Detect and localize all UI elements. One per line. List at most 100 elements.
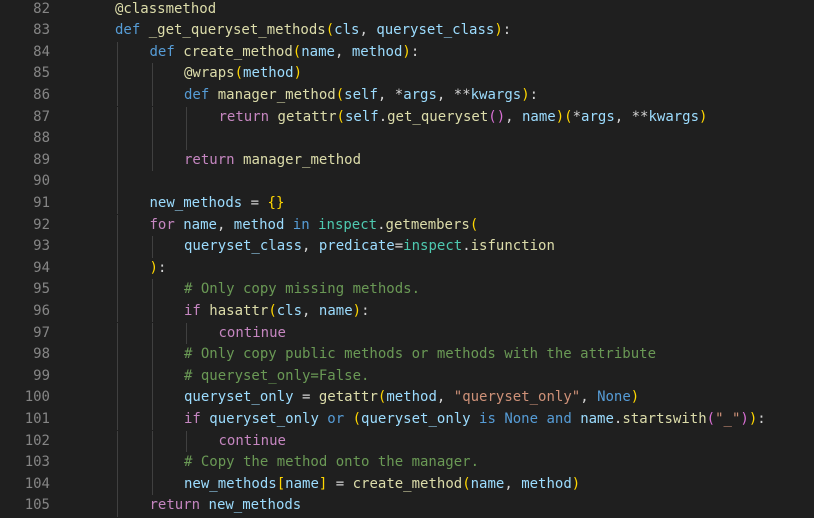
code-token: : xyxy=(757,410,766,427)
indent-guide xyxy=(151,344,153,366)
code-text[interactable]: # Only copy public methods or methods wi… xyxy=(184,344,656,366)
code-text[interactable]: continue xyxy=(219,323,286,345)
code-token: () xyxy=(488,108,506,125)
code-token: ) xyxy=(555,108,565,125)
code-line[interactable]: 93 queryset_class, predicate=inspect.isfu… xyxy=(0,236,814,258)
code-token: ) xyxy=(521,86,530,103)
code-text[interactable]: ): xyxy=(150,258,167,280)
code-token: ) xyxy=(748,410,758,427)
code-line[interactable]: 88 xyxy=(0,128,814,150)
code-line[interactable]: 83 def _get_queryset_methods(cls, queryse… xyxy=(0,20,814,42)
code-token: , xyxy=(359,22,377,39)
code-token: ( xyxy=(564,108,573,125)
indent-guide xyxy=(117,214,118,237)
indent-guide xyxy=(117,171,118,193)
code-text[interactable]: if hasattr(cls, name): xyxy=(184,301,370,323)
code-token: , xyxy=(302,238,319,255)
code-text[interactable]: return new_methods xyxy=(150,495,302,517)
code-line[interactable]: 84 def create_method(name, method): xyxy=(0,41,814,64)
code-token: startswith xyxy=(622,410,707,427)
code-token: new_methods xyxy=(184,475,277,492)
code-line[interactable]: 94): xyxy=(0,257,814,280)
indent-guide xyxy=(117,387,118,409)
code-line[interactable]: 86 def manager_method(self, *args, **kwar… xyxy=(0,84,814,107)
code-token: ) xyxy=(149,259,158,276)
code-text[interactable]: # queryset_only=False. xyxy=(184,366,369,388)
code-token: ( xyxy=(469,216,479,233)
code-token: def xyxy=(115,22,149,39)
code-line[interactable]: 91 new_methods = {} xyxy=(0,192,814,215)
indent-guide xyxy=(117,84,118,107)
code-text[interactable]: @wraps(method) xyxy=(184,63,302,85)
code-token: . xyxy=(378,108,388,125)
code-line[interactable]: 85 @wraps(method) xyxy=(0,63,814,85)
indent-guide xyxy=(186,106,187,129)
code-token: , xyxy=(302,302,319,319)
code-token: getattr xyxy=(277,108,337,125)
code-text[interactable]: new_methods[name] = create_method(name, … xyxy=(184,474,580,496)
code-token: : xyxy=(410,43,420,60)
code-text[interactable]: new_methods = {} xyxy=(150,193,285,215)
indent-guide xyxy=(117,149,118,172)
code-text[interactable]: def create_method(name, method): xyxy=(150,42,420,64)
code-token: ( xyxy=(268,302,277,319)
code-line[interactable]: 102 continue xyxy=(0,430,814,453)
line-number: 102 xyxy=(24,432,50,449)
line-number: 90 xyxy=(33,173,50,190)
code-text[interactable]: queryset_only = getattr(method, "queryse… xyxy=(184,387,639,409)
code-line[interactable]: 96 if hasattr(cls, name): xyxy=(0,300,814,323)
code-text[interactable]: @classmethod xyxy=(115,0,216,20)
indent-guide xyxy=(186,128,187,150)
code-token: new_methods xyxy=(208,497,302,514)
code-token: : xyxy=(502,22,512,39)
code-text[interactable]: queryset_class, predicate=inspect.isfunc… xyxy=(184,236,555,258)
line-number: 89 xyxy=(33,151,50,168)
code-token: , xyxy=(334,43,352,60)
code-token: ) xyxy=(293,65,303,82)
code-token: return xyxy=(149,497,209,514)
code-line[interactable]: 105 return new_methods xyxy=(0,495,814,517)
code-text[interactable]: for name, method in inspect.getmembers( xyxy=(150,215,479,237)
indent-guide xyxy=(151,149,153,172)
code-text[interactable]: continue xyxy=(219,431,286,453)
code-line[interactable]: 103 # Copy the method onto the manager. xyxy=(0,452,814,474)
code-token: self xyxy=(344,86,378,103)
code-editor[interactable]: 82 @classmethod 83 def _get_queryset_method… xyxy=(0,0,814,518)
code-line[interactable]: 98 # Only copy public methods or methods … xyxy=(0,344,814,366)
code-token: None xyxy=(504,410,539,427)
code-text[interactable]: if queryset_only or (queryset_only is No… xyxy=(184,409,766,431)
code-token: # queryset_only=False. xyxy=(184,367,370,384)
code-line[interactable]: 99 # queryset_only=False. xyxy=(0,365,814,388)
code-token: args xyxy=(581,108,615,125)
code-token: queryset_class xyxy=(376,22,495,39)
code-text[interactable]: def _get_queryset_methods(cls, queryset_… xyxy=(115,20,511,42)
code-line[interactable]: 92 for name, method in inspect.getmembers… xyxy=(0,214,814,237)
code-line[interactable]: 104 new_methods[name] = create_method(nam… xyxy=(0,473,814,496)
line-number: 94 xyxy=(33,259,50,276)
code-text[interactable]: # Only copy missing methods. xyxy=(184,279,420,301)
code-text[interactable]: return getattr(self.get_queryset(), name… xyxy=(219,107,708,129)
code-line[interactable]: 100 queryset_only = getattr(method, "quer… xyxy=(0,387,814,409)
code-token: ( xyxy=(336,108,345,125)
code-line[interactable]: 89 return manager_method xyxy=(0,149,814,172)
indent-guide xyxy=(117,41,118,64)
indent-guide xyxy=(117,452,118,474)
code-line[interactable]: 87 return getattr(self.get_queryset(), na… xyxy=(0,106,814,129)
code-text[interactable]: # Copy the method onto the manager. xyxy=(184,452,479,474)
code-line[interactable]: 90 xyxy=(0,171,814,193)
line-number: 93 xyxy=(33,238,50,255)
code-token: # Copy the method onto the manager. xyxy=(184,454,480,471)
code-line[interactable]: 82 @classmethod xyxy=(0,0,814,20)
code-text[interactable]: def manager_method(self, *args, **kwargs… xyxy=(184,85,538,107)
code-token: is xyxy=(470,410,505,427)
code-token: isfunction xyxy=(470,238,555,255)
code-line[interactable]: 97 continue xyxy=(0,322,814,345)
code-text[interactable]: return manager_method xyxy=(184,150,361,172)
code-token: method xyxy=(243,65,294,82)
code-token: for xyxy=(149,216,184,233)
code-line[interactable]: 95 # Only copy missing methods. xyxy=(0,279,814,301)
code-token: return xyxy=(184,151,244,168)
code-token: continue xyxy=(218,432,286,449)
code-line[interactable]: 101 if queryset_only or (queryset_only is… xyxy=(0,408,814,431)
code-token: @classmethod xyxy=(115,0,217,17)
